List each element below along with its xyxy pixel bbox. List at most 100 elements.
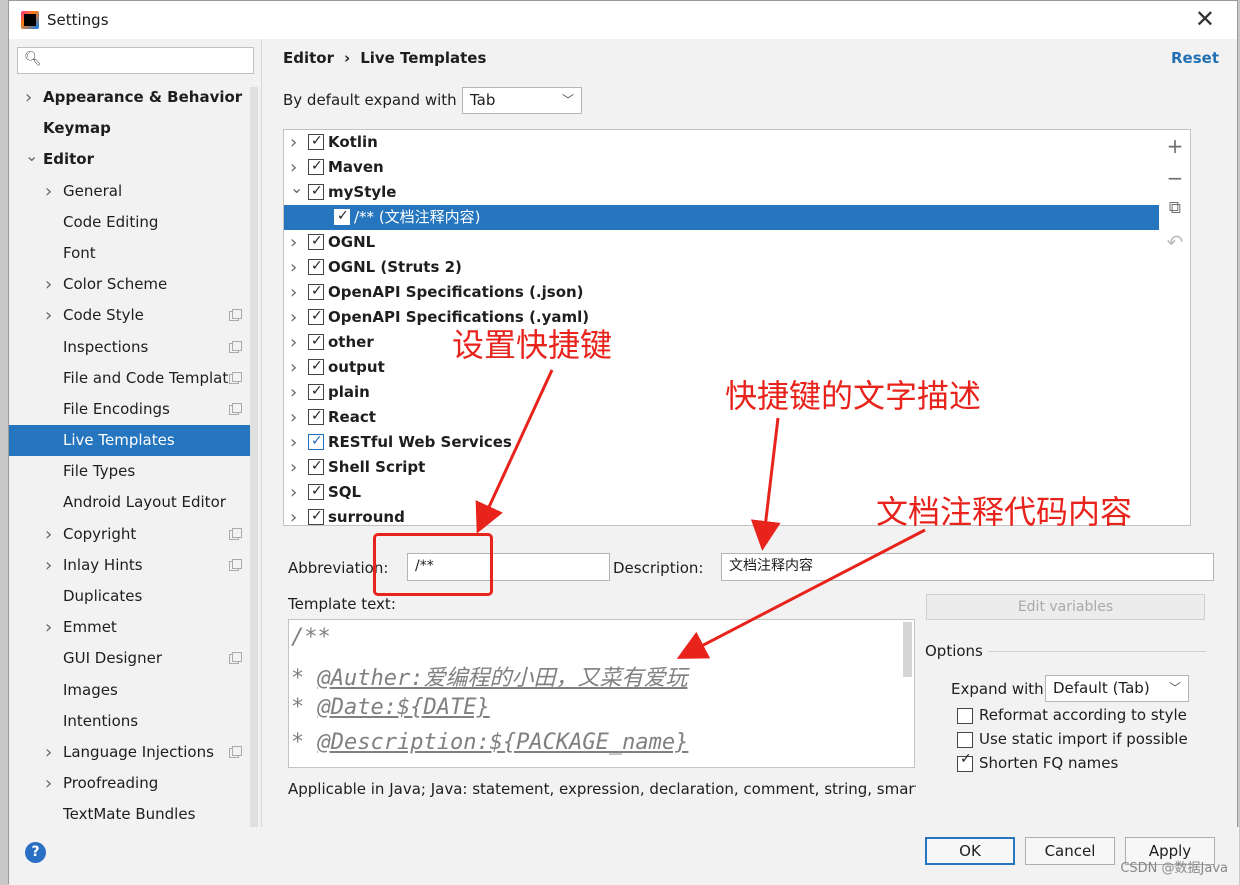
- enabled-checkbox[interactable]: [308, 179, 324, 204]
- sidebar-item-keymap[interactable]: Keymap: [9, 113, 250, 144]
- sidebar-item-file-encodings[interactable]: File Encodings: [9, 394, 250, 425]
- expand-with-select[interactable]: Default (Tab) ﹀: [1045, 675, 1189, 702]
- breadcrumb-editor[interactable]: Editor: [283, 49, 334, 67]
- sidebar-item-textmate-bundles[interactable]: TextMate Bundles: [9, 799, 250, 827]
- chevron-right-icon[interactable]: ›: [45, 550, 52, 581]
- checkbox-box[interactable]: [957, 732, 973, 748]
- chevron-down-icon[interactable]: ⌄: [290, 175, 303, 200]
- checkbox-box[interactable]: [957, 751, 973, 772]
- chevron-right-icon[interactable]: ›: [290, 430, 297, 455]
- template-label: RESTful Web Services: [328, 433, 512, 451]
- enabled-checkbox[interactable]: [308, 154, 324, 179]
- search-input[interactable]: 🔍︎: [17, 47, 254, 74]
- ok-button[interactable]: OK: [925, 837, 1015, 865]
- sidebar-item-font[interactable]: Font: [9, 238, 250, 269]
- edit-variables-button[interactable]: Edit variables: [926, 594, 1205, 620]
- sidebar-item-proofreading[interactable]: › Proofreading: [9, 768, 250, 799]
- applicable-contexts[interactable]: Applicable in Java; Java: statement, exp…: [288, 780, 916, 798]
- enabled-checkbox[interactable]: [308, 479, 324, 504]
- enabled-checkbox[interactable]: [308, 504, 324, 525]
- sidebar-item-intentions[interactable]: Intentions: [9, 706, 250, 737]
- help-icon[interactable]: ?: [25, 842, 46, 863]
- chevron-right-icon[interactable]: ›: [290, 255, 297, 280]
- sidebar-item-appearance-behavior[interactable]: › Appearance & Behavior: [9, 82, 250, 113]
- default-expand-select[interactable]: Tab ﹀: [462, 87, 582, 114]
- template-group[interactable]: ›Maven: [284, 154, 1178, 180]
- template-group[interactable]: › other: [284, 329, 1178, 355]
- chevron-right-icon[interactable]: ›: [290, 380, 297, 405]
- sidebar-item-color-scheme[interactable]: › Color Scheme: [9, 269, 250, 300]
- chevron-right-icon[interactable]: ›: [290, 305, 297, 330]
- template-group[interactable]: ⌄ myStyle: [284, 178, 1178, 205]
- sidebar-item-gui-designer[interactable]: GUI Designer: [9, 643, 250, 674]
- sidebar-item-code-editing[interactable]: Code Editing: [9, 207, 250, 238]
- enabled-checkbox[interactable]: [308, 304, 324, 329]
- sidebar-item-inlay-hints[interactable]: › Inlay Hints: [9, 550, 250, 581]
- sidebar-item-images[interactable]: Images: [9, 675, 250, 706]
- add-icon[interactable]: +: [1159, 134, 1191, 158]
- cancel-button[interactable]: Cancel: [1025, 837, 1115, 865]
- template-item[interactable]: /** (文档注释内容): [284, 204, 1178, 230]
- sidebar-item-android-layout-editor[interactable]: Android Layout Editor: [9, 487, 250, 518]
- chevron-right-icon[interactable]: ›: [45, 176, 52, 207]
- sidebar-item-emmet[interactable]: › Emmet: [9, 612, 250, 643]
- enabled-checkbox[interactable]: [308, 454, 324, 479]
- breadcrumb-separator: ›: [344, 49, 351, 67]
- sidebar-item-live-templates[interactable]: Live Templates: [9, 425, 250, 457]
- undo-icon[interactable]: ↶: [1159, 230, 1191, 254]
- sidebar-item-copyright[interactable]: › Copyright: [9, 519, 250, 550]
- chevron-right-icon[interactable]: ›: [45, 612, 52, 643]
- chevron-right-icon[interactable]: ›: [290, 480, 297, 505]
- enabled-checkbox[interactable]: [308, 354, 324, 379]
- template-text-editor[interactable]: /** * @Auther:爱编程的小田，又菜有爱玩 * @Date:${DAT…: [288, 619, 915, 768]
- chevron-right-icon[interactable]: ›: [45, 519, 52, 550]
- chevron-down-icon[interactable]: ⌄: [25, 140, 38, 171]
- template-label: plain: [328, 383, 370, 401]
- chevron-right-icon[interactable]: ›: [290, 230, 297, 255]
- editor-scrollbar[interactable]: [903, 622, 912, 677]
- chevron-right-icon[interactable]: ›: [45, 269, 52, 300]
- sidebar-item-code-style[interactable]: › Code Style: [9, 300, 250, 331]
- checkbox-box[interactable]: [957, 708, 973, 724]
- enabled-checkbox[interactable]: [308, 254, 324, 279]
- enabled-checkbox[interactable]: [308, 229, 324, 254]
- enabled-checkbox[interactable]: [334, 204, 350, 229]
- template-group[interactable]: › RESTful Web Services: [284, 429, 1178, 455]
- chevron-right-icon[interactable]: ›: [290, 330, 297, 355]
- sidebar-item-file-types[interactable]: File Types: [9, 456, 250, 487]
- chevron-right-icon[interactable]: ›: [290, 280, 297, 305]
- sidebar-item-editor[interactable]: ⌄ Editor: [9, 144, 250, 175]
- sidebar-item-general[interactable]: › General: [9, 176, 250, 207]
- enabled-checkbox[interactable]: [308, 379, 324, 404]
- copy-icon[interactable]: ⧉: [1159, 198, 1191, 218]
- sidebar-item-language-injections[interactable]: › Language Injections: [9, 737, 250, 768]
- sidebar-item-file-and-code-templat[interactable]: File and Code Templat: [9, 363, 250, 394]
- chevron-right-icon[interactable]: ›: [290, 130, 297, 155]
- remove-icon[interactable]: −: [1159, 166, 1191, 190]
- template-group[interactable]: › OpenAPI Specifications (.json): [284, 279, 1178, 305]
- enabled-checkbox[interactable]: [308, 329, 324, 354]
- chevron-right-icon[interactable]: ›: [290, 455, 297, 480]
- enabled-checkbox[interactable]: [308, 429, 324, 454]
- template-group[interactable]: › OGNL (Struts 2): [284, 254, 1178, 280]
- template-group[interactable]: › Kotlin: [284, 130, 1178, 155]
- sidebar-item-inspections[interactable]: Inspections: [9, 332, 250, 363]
- chevron-right-icon[interactable]: ›: [290, 355, 297, 380]
- enabled-checkbox[interactable]: [308, 130, 324, 154]
- close-icon[interactable]: ✕: [1195, 5, 1215, 33]
- enabled-checkbox[interactable]: [308, 279, 324, 304]
- sidebar-scrollbar[interactable]: [250, 87, 258, 827]
- sidebar-item-duplicates[interactable]: Duplicates: [9, 581, 250, 612]
- template-group[interactable]: › OGNL: [284, 229, 1178, 255]
- chevron-right-icon[interactable]: ›: [25, 82, 32, 113]
- description-field[interactable]: 文档注释内容: [721, 553, 1214, 581]
- chevron-right-icon[interactable]: ›: [45, 300, 52, 331]
- template-group[interactable]: ›OpenAPI Specifications (.yaml): [284, 304, 1178, 330]
- enabled-checkbox[interactable]: [308, 404, 324, 429]
- template-group[interactable]: › Shell Script: [284, 454, 1178, 480]
- chevron-right-icon[interactable]: ›: [290, 405, 297, 430]
- reset-link[interactable]: Reset: [1171, 49, 1219, 67]
- chevron-right-icon[interactable]: ›: [45, 768, 52, 799]
- chevron-right-icon[interactable]: ›: [290, 505, 297, 525]
- chevron-right-icon[interactable]: ›: [45, 737, 52, 768]
